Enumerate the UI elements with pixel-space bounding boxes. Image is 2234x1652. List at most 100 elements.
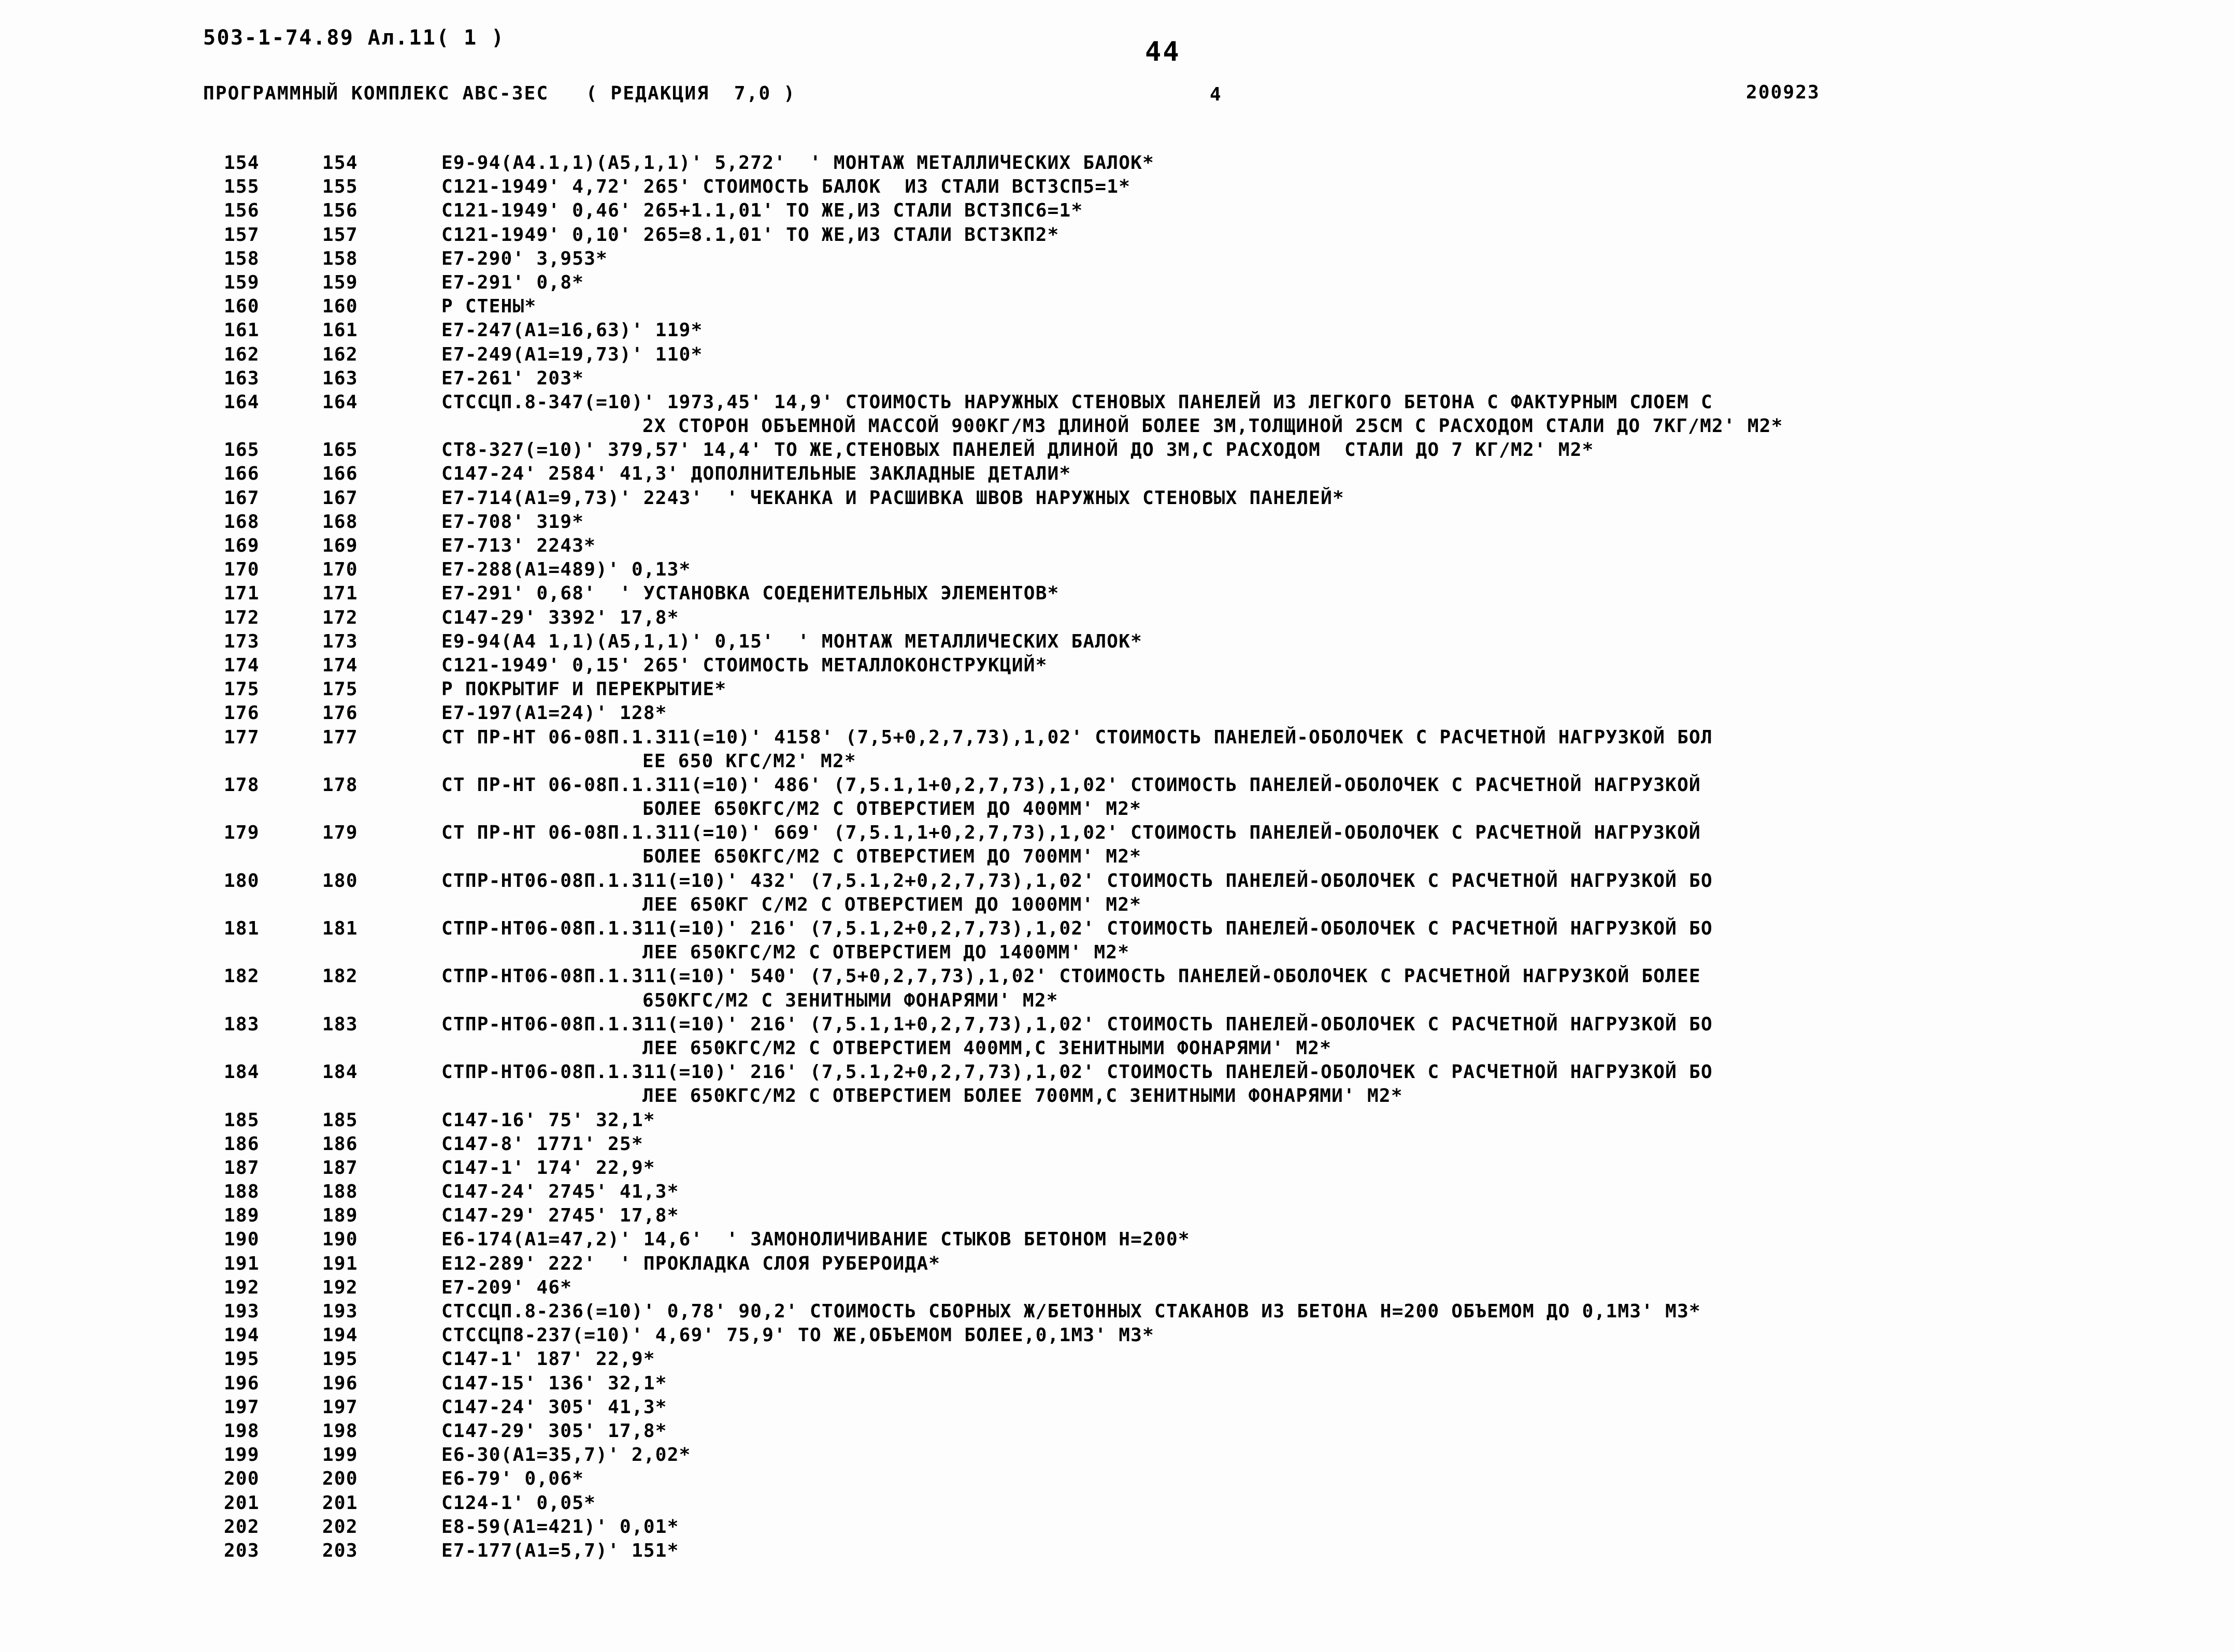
listing-row: 176 176 E7-197(A1=24)' 128* [0,701,2234,725]
listing-row: 179 179 СТ ПР-НТ 06-08П.1.311(=10)' 669' (… [0,821,2234,845]
listing-code-text: E7-261' 203* [441,367,584,389]
listing-row: 167 167 E7-714(A1=9,73)' 2243' ' ЧЕКАНКА И… [0,486,2234,510]
listing-row: 187 187 C147-1' 174' 22,9* [0,1156,2234,1180]
listing-row: 182 182 СТПР-НТ06-08П.1.311(=10)' 540' (7,… [0,965,2234,988]
listing-code-text: C147-16' 75' 32,1* [441,1109,655,1131]
listing-row: 202 202 E8-59(A1=421)' 0,01* [0,1515,2234,1539]
line-number-secondary: 166 [322,463,358,485]
listing-code-text: C147-24' 2745' 41,3* [441,1181,679,1203]
listing-row: 169 169 E7-713' 2243* [0,534,2234,558]
line-number-secondary: 165 [322,439,358,461]
line-number-primary: 202 [224,1516,260,1538]
line-number-secondary: 170 [322,559,358,581]
line-number-secondary: 179 [322,822,358,844]
listing-continuation-row: ЛЕЕ 650КГС/М2 С ОТВЕРСТИЕМ 400ММ,С ЗЕНИТ… [0,1037,2234,1060]
date-code: 200923 [1746,82,1821,103]
line-number-secondary: 187 [322,1157,358,1179]
line-number-secondary: 188 [322,1181,358,1203]
listing-code-text: E6-79' 0,06* [441,1468,584,1490]
line-number-primary: 165 [224,439,260,461]
listing-row: 173 173 E9-94(A4 1,1)(A5,1,1)' 0,15' ' МОН… [0,630,2234,654]
line-number-secondary: 200 [322,1468,358,1490]
listing-row: 164 164 СТССЦП.8-347(=10)' 1973,45' 14,9' … [0,391,2234,414]
listing-code-text: СТПР-НТ06-08П.1.311(=10)' 432' (7,5.1,2+… [441,870,1713,892]
line-number-primary: 195 [224,1348,260,1370]
line-number-secondary: 191 [322,1253,358,1274]
line-number-primary: 179 [224,822,260,844]
listing-row: 196 196 C147-15' 136' 32,1* [0,1372,2234,1396]
line-number-secondary: 181 [322,918,358,939]
listing-continuation-row: ЕЕ 650 КГС/М2' М2* [0,750,2234,773]
line-number-primary: 159 [224,271,260,293]
listing-code-text: P ПОКРЫТИF И ПЕРЕКРЫТИЕ* [441,679,727,700]
line-number-secondary: 192 [322,1276,358,1298]
listing-code-text: E6-30(A1=35,7)' 2,02* [441,1444,691,1466]
line-number-primary: 184 [224,1061,260,1083]
line-number-secondary: 201 [322,1492,358,1514]
line-number-secondary: 177 [322,726,358,748]
line-number-secondary: 168 [322,511,358,533]
listing-code-text: СТССЦП.8-347(=10)' 1973,45' 14,9' СТОИМО… [441,391,1713,413]
listing-body: 154 154 E9-94(A4.1,1)(A5,1,1)' 5,272' ' МО… [0,151,2234,1563]
listing-code-text: СТПР-НТ06-08П.1.311(=10)' 216' (7,5.1,1+… [441,1013,1713,1035]
listing-row: 186 186 C147-8' 1771' 25* [0,1132,2234,1156]
listing-row: 159 159 E7-291' 0,8* [0,271,2234,295]
line-number-secondary: 156 [322,200,358,222]
listing-code-text: C147-29' 305' 17,8* [441,1420,667,1442]
listing-code-text: СТ ПР-НТ 06-08П.1.311(=10)' 669' (7,5.1,… [441,822,1701,844]
page-number: 44 [1145,36,1181,67]
listing-code-text: E7-177(A1=5,7)' 151* [441,1540,679,1561]
listing-code-text: C124-1' 0,05* [441,1492,596,1514]
line-number-secondary: 186 [322,1133,358,1155]
line-number-primary: 169 [224,535,260,556]
line-number-primary: 183 [224,1013,260,1035]
line-number-secondary: 161 [322,320,358,341]
line-number-secondary: 163 [322,367,358,389]
listing-row: 194 194 СТССЦП8-237(=10)' 4,69' 75,9' ТО Ж… [0,1324,2234,1347]
line-number-secondary: 157 [322,224,358,246]
line-number-secondary: 178 [322,774,358,796]
listing-row: 183 183 СТПР-НТ06-08П.1.311(=10)' 216' (7,… [0,1013,2234,1037]
line-number-primary: 199 [224,1444,260,1466]
listing-row: 191 191 E12-289' 222' ' ПРОКЛАДКА СЛОЯ РУБ… [0,1252,2234,1276]
listing-row: 181 181 СТПР-НТ06-08П.1.311(=10)' 216' (7,… [0,917,2234,941]
listing-row: 192 192 E7-209' 46* [0,1276,2234,1300]
line-number-secondary: 197 [322,1396,358,1418]
listing-code-text: C121-1949' 0,46' 265+1.1,01' ТО ЖЕ,ИЗ СТ… [441,200,1083,222]
line-number-primary: 176 [224,702,260,724]
listing-code-text: E7-249(A1=19,73)' 110* [441,343,703,365]
listing-code-text: C147-1' 187' 22,9* [441,1348,655,1370]
line-number-primary: 186 [224,1133,260,1155]
listing-code-text: E7-247(A1=16,63)' 119* [441,320,703,341]
listing-row: 171 171 E7-291' 0,68' ' УСТАНОВКА СОЕДЕНИТ… [0,582,2234,606]
listing-code-text: СТ ПР-НТ 06-08П.1.311(=10)' 486' (7,5.1,… [441,774,1701,796]
line-number-secondary: 190 [322,1229,358,1251]
line-number-secondary: 189 [322,1205,358,1227]
line-number-secondary: 175 [322,679,358,700]
listing-row: 180 180 СТПР-НТ06-08П.1.311(=10)' 432' (7,… [0,869,2234,893]
program-complex-line: ПРОГРАММНЫЙ КОМПЛЕКС АВС-3ЕС ( РЕДАКЦИЯ … [203,83,796,104]
listing-code-text: E9-94(A4 1,1)(A5,1,1)' 0,15' ' МОНТАЖ МЕ… [441,630,1143,652]
line-number-primary: 154 [224,152,260,174]
listing-code-text: СТ8-327(=10)' 379,57' 14,4' ТО ЖЕ,СТЕНОВ… [441,439,1594,461]
line-number-primary: 157 [224,224,260,246]
listing-code-text: E7-291' 0,68' ' УСТАНОВКА СОЕДЕНИТЕЛЬНЫХ… [441,583,1059,605]
listing-row: 203 203 E7-177(A1=5,7)' 151* [0,1539,2234,1563]
listing-row: 158 158 E7-290' 3,953* [0,247,2234,271]
listing-code-text: E7-209' 46* [441,1276,572,1298]
line-number-primary: 191 [224,1253,260,1274]
line-number-secondary: 183 [322,1013,358,1035]
line-number-secondary: 194 [322,1325,358,1346]
listing-continuation-row: 650КГС/М2 С ЗЕНИТНЫМИ ФОНАРЯМИ' М2* [0,989,2234,1013]
listing-code-text: 2Х СТОРОН ОБЪЕМНОЙ МАССОЙ 900КГ/М3 ДЛИНО… [642,415,1783,437]
listing-code-text: E9-94(A4.1,1)(A5,1,1)' 5,272' ' МОНТАЖ М… [441,152,1155,174]
line-number-primary: 185 [224,1109,260,1131]
document-page: 503-1-74.89 Ал.11( 1 ) 44 ПРОГРАММНЫЙ КО… [0,0,2234,1652]
listing-row: 174 174 C121-1949' 0,15' 265' СТОИМОСТЬ МЕ… [0,654,2234,678]
listing-code-text: ЛЕЕ 650КГС/М2 С ОТВЕРСТИЕМ БОЛЕЕ 700ММ,С… [642,1085,1403,1107]
line-number-secondary: 171 [322,583,358,605]
listing-row: 166 166 C147-24' 2584' 41,3' ДОПОЛНИТЕЛЬНЫ… [0,462,2234,486]
listing-row: 155 155 C121-1949' 4,72' 265' СТОИМОСТЬ БА… [0,175,2234,199]
listing-row: 195 195 C147-1' 187' 22,9* [0,1347,2234,1371]
listing-row: 200 200 E6-79' 0,06* [0,1467,2234,1491]
